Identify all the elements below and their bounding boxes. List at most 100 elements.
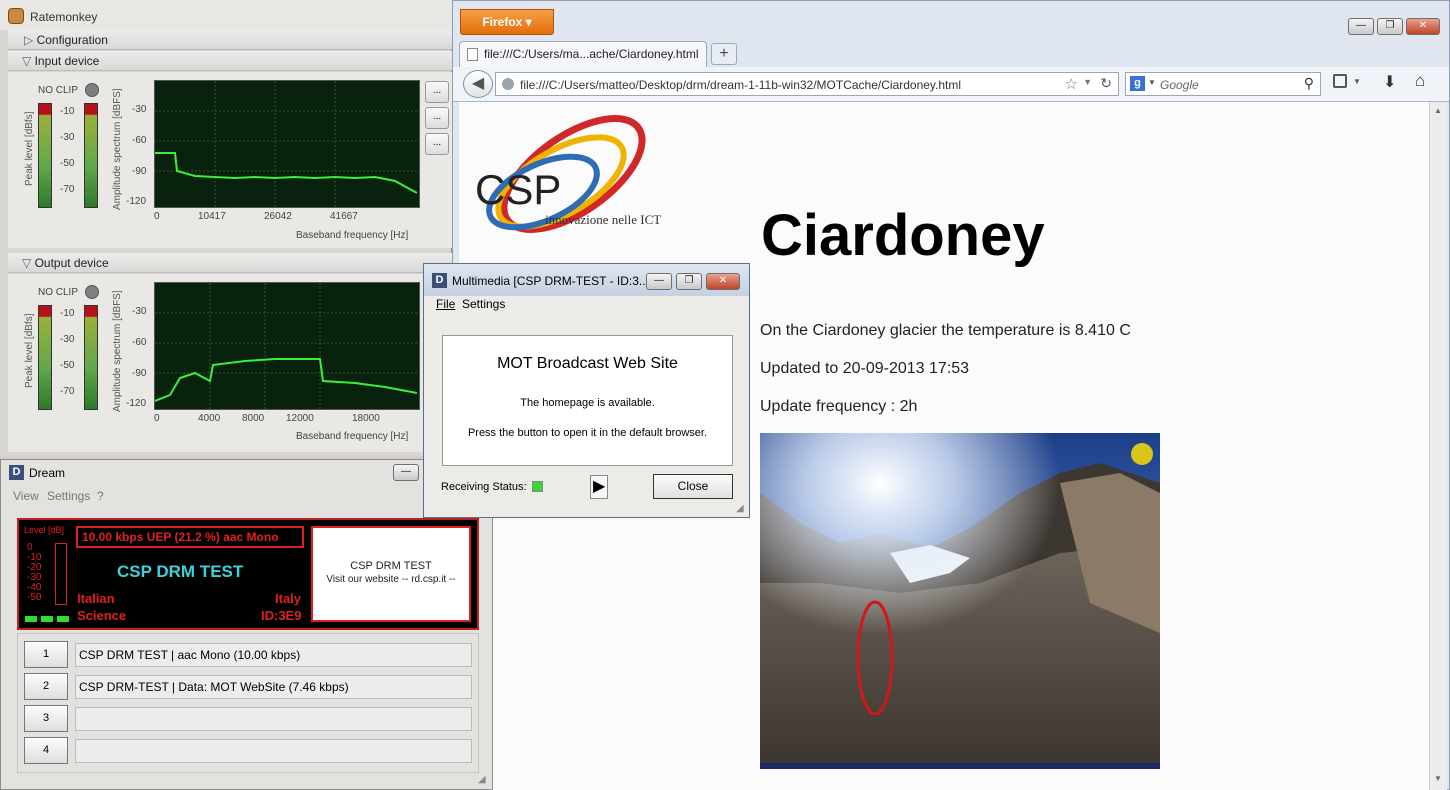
browser-tab[interactable]: file:///C:/Users/ma...ache/Ciardoney.htm… <box>459 41 707 67</box>
service-row: 3 <box>24 705 474 732</box>
menu-settings[interactable]: Settings <box>47 489 90 503</box>
collapse-icon: ▽ <box>22 256 32 270</box>
configuration-label: Configuration <box>36 33 108 47</box>
menu-view[interactable]: View <box>13 489 39 503</box>
dream-window: D Dream — ✕ View Settings ? Level [dB] 0… <box>0 459 493 790</box>
resize-grip-icon[interactable]: ◢ <box>736 503 744 514</box>
search-box[interactable]: g ▼ Google ⚲ <box>1125 72 1321 96</box>
output-device-section[interactable]: ▽ Output device <box>8 253 452 273</box>
configuration-section[interactable]: ▷ Configuration <box>8 30 452 50</box>
expand-icon: ▷ <box>24 33 34 47</box>
output-device-label: Output device <box>34 256 109 270</box>
download-icon[interactable]: ⬇ <box>1383 72 1396 92</box>
globe-icon <box>502 78 514 90</box>
new-tab-button[interactable]: + <box>711 43 737 65</box>
text-message-line: Visit our website -- rd.csp.it -- <box>326 574 456 585</box>
service-button-1[interactable]: 1 <box>24 641 68 668</box>
dream-icon: D <box>432 273 447 288</box>
peak-tick: -50 <box>60 360 75 371</box>
level-label: Level [dB] <box>24 525 65 535</box>
home-icon[interactable]: ⌂ <box>1415 71 1425 91</box>
tab-title: file:///C:/Users/ma...ache/Ciardoney.htm… <box>484 47 699 61</box>
bookmarks-dropdown-icon[interactable]: ▼ <box>1353 77 1361 86</box>
level-ticks: 0 -10 -20 -30 -40 -50 <box>27 543 41 603</box>
amplitude-axis-label: Amplitude spectrum [dBFS] <box>112 290 123 412</box>
service-label <box>75 707 472 731</box>
peak-meter-left <box>38 103 52 208</box>
status-led <box>532 481 543 492</box>
minimize-button[interactable]: — <box>1348 18 1374 35</box>
menu-help[interactable]: ? <box>97 489 104 503</box>
minimize-button[interactable]: — <box>393 464 419 481</box>
peak-tick: -50 <box>60 158 75 169</box>
peak-meter-right <box>84 305 98 410</box>
service-button-3[interactable]: 3 <box>24 705 68 732</box>
peak-axis-label: Peak level [dBfs] <box>24 313 35 388</box>
menu-settings[interactable]: Settings <box>462 297 505 311</box>
input-option-button-3[interactable]: ... <box>425 133 449 155</box>
logo-text: CSP <box>475 166 561 213</box>
url-text: file:///C:/Users/matteo/Desktop/drm/drea… <box>520 78 962 92</box>
country-label: Italy <box>275 591 302 606</box>
text-message-box: CSP DRM TEST Visit our website -- rd.csp… <box>311 526 471 622</box>
input-device-label: Input device <box>34 54 100 68</box>
peak-tick: -70 <box>60 386 75 397</box>
input-device-section[interactable]: ▽ Input device <box>8 51 452 71</box>
open-browser-button[interactable]: ▶ <box>590 475 608 499</box>
multimedia-window: D Multimedia [CSP DRM-TEST - ID:3... — ❐… <box>423 263 750 518</box>
freq-tick: 10417 <box>198 211 226 222</box>
maximize-button[interactable]: ❐ <box>676 273 702 290</box>
scroll-up-icon[interactable]: ▲ <box>1434 106 1442 115</box>
signal-bars <box>25 616 69 622</box>
resize-grip-icon[interactable]: ◢ <box>478 774 486 785</box>
page-title: Ciardoney <box>761 203 1045 268</box>
search-engine-dropdown-icon[interactable]: ▼ <box>1148 78 1156 87</box>
bookmarks-icon[interactable] <box>1333 74 1347 88</box>
url-bar[interactable]: file:///C:/Users/matteo/Desktop/drm/drea… <box>495 72 1119 96</box>
back-button[interactable]: ◀ <box>463 70 493 98</box>
close-button[interactable]: ✕ <box>1406 18 1440 35</box>
close-label: Close <box>677 479 709 493</box>
close-dialog-button[interactable]: Close <box>653 474 733 499</box>
vertical-scrollbar[interactable]: ▲ ▼ <box>1429 102 1447 790</box>
peak-meter-left <box>38 305 52 410</box>
amplitude-axis-label: Amplitude spectrum [dBFS] <box>112 88 123 210</box>
search-icon[interactable]: ⚲ <box>1304 75 1314 92</box>
info-message: The homepage is available. <box>520 397 655 409</box>
reload-icon[interactable]: ↻ <box>1100 75 1112 92</box>
glacier-webcam-photo <box>760 433 1160 769</box>
collapse-icon: ▽ <box>22 54 32 68</box>
scroll-down-icon[interactable]: ▼ <box>1434 774 1442 783</box>
freq-tick: 26042 <box>264 211 292 222</box>
window-title: Multimedia [CSP DRM-TEST - ID:3... <box>452 274 649 288</box>
freq-tick: 41667 <box>330 211 358 222</box>
service-id-label: ID:3E9 <box>261 608 302 623</box>
peak-meter-right <box>84 103 98 208</box>
input-option-button-1[interactable]: ... <box>425 81 449 103</box>
menu-file[interactable]: File <box>436 297 455 311</box>
minimize-button[interactable]: — <box>646 273 672 290</box>
firefox-menu-button[interactable]: Firefox ▾ <box>460 9 554 35</box>
service-button-4[interactable]: 4 <box>24 737 68 764</box>
input-spectrum-plot <box>154 80 420 208</box>
window-title: Ratemonkey <box>30 10 98 24</box>
search-placeholder: Google <box>1160 78 1199 92</box>
service-button-2[interactable]: 2 <box>24 673 68 700</box>
close-button[interactable]: ✕ <box>706 273 740 290</box>
no-clip-label: NO CLIP <box>38 85 79 96</box>
input-option-button-2[interactable]: ... <box>425 107 449 129</box>
info-heading: MOT Broadcast Web Site <box>497 355 678 372</box>
page-icon <box>467 48 478 61</box>
maximize-button[interactable]: ❐ <box>1377 18 1403 35</box>
service-label: CSP DRM TEST | aac Mono (10.00 kbps) <box>75 643 472 667</box>
freq-tick: 4000 <box>198 413 221 424</box>
amp-tick: -30 <box>132 306 147 317</box>
level-tick: -50 <box>27 592 42 603</box>
amp-tick: -30 <box>132 104 147 115</box>
dropdown-icon[interactable]: ▼ <box>1083 77 1092 87</box>
monkey-icon <box>8 8 24 24</box>
bookmark-star-icon[interactable]: ☆ <box>1065 75 1078 93</box>
freq-axis-label: Baseband frequency [Hz] <box>296 431 409 442</box>
service-row: 2 CSP DRM-TEST | Data: MOT WebSite (7.46… <box>24 673 474 700</box>
peak-tick: -30 <box>60 132 75 143</box>
